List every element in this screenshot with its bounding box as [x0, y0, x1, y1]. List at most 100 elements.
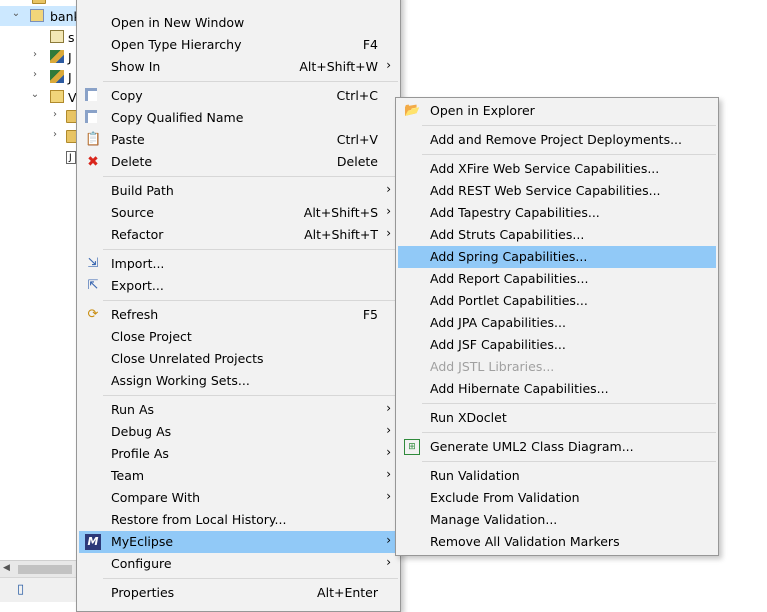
folder-icon	[66, 130, 76, 143]
tree-label: J	[68, 50, 72, 65]
menu-item-refactor[interactable]: Refactor Alt+Shift+T ›	[79, 224, 398, 246]
chevron-right-icon[interactable]: ›	[50, 129, 60, 140]
submenu-item-add-rest[interactable]: Add REST Web Service Capabilities...	[398, 180, 716, 202]
submenu-item-add-jpa[interactable]: Add JPA Capabilities...	[398, 312, 716, 334]
library-icon	[50, 50, 64, 63]
menu-item-label: Add REST Web Service Capabilities...	[430, 183, 661, 198]
submenu-item-add-struts[interactable]: Add Struts Capabilities...	[398, 224, 716, 246]
menu-item-debug-as[interactable]: Debug As ›	[79, 421, 398, 443]
tree-row[interactable]: › J	[0, 47, 76, 67]
submenu-item-add-report[interactable]: Add Report Capabilities...	[398, 268, 716, 290]
editor-area	[401, 0, 767, 97]
tree-row[interactable]: ›	[0, 107, 76, 127]
menu-item-label: Add Portlet Capabilities...	[430, 293, 588, 308]
menu-item-label: Add JSTL Libraries...	[430, 359, 555, 374]
import-icon: ⇲	[87, 256, 99, 271]
menu-item-build-path[interactable]: Build Path ›	[79, 180, 398, 202]
menu-item-shortcut: F4	[362, 37, 378, 52]
menu-item-label: Import...	[111, 256, 165, 271]
submenu-item-run-validation[interactable]: Run Validation	[398, 465, 716, 487]
export-icon: ⇱	[87, 278, 99, 293]
tree-row[interactable]: › J	[0, 67, 76, 87]
menu-separator	[422, 432, 716, 433]
menu-item-paste[interactable]: 📋 Paste Ctrl+V	[79, 129, 398, 151]
refresh-icon: ⟳	[87, 307, 99, 322]
menu-item-copy[interactable]: Copy Ctrl+C	[79, 85, 398, 107]
menu-item-export[interactable]: ⇱ Export...	[79, 275, 398, 297]
menu-item-team[interactable]: Team ›	[79, 465, 398, 487]
menu-item-open-new-window[interactable]: Open in New Window	[79, 12, 398, 34]
menu-item-close-unrelated-projects[interactable]: Close Unrelated Projects	[79, 348, 398, 370]
submenu-item-add-jstl: Add JSTL Libraries...	[398, 356, 716, 378]
context-menu: Open in New Window Open Type Hierarchy F…	[76, 0, 401, 612]
menu-item-import[interactable]: ⇲ Import...	[79, 253, 398, 275]
submenu-item-add-jsf[interactable]: Add JSF Capabilities...	[398, 334, 716, 356]
menu-item-open-type-hierarchy[interactable]: Open Type Hierarchy F4	[79, 34, 398, 56]
menu-item-copy-qualified-name[interactable]: Copy Qualified Name	[79, 107, 398, 129]
menu-item-label: Add JSF Capabilities...	[430, 337, 566, 352]
menu-item-compare-with[interactable]: Compare With ›	[79, 487, 398, 509]
menu-item-source[interactable]: Source Alt+Shift+S ›	[79, 202, 398, 224]
submenu-item-add-tapestry[interactable]: Add Tapestry Capabilities...	[398, 202, 716, 224]
menu-item-label: Compare With	[111, 490, 201, 505]
menu-item-label: Run XDoclet	[430, 410, 507, 425]
menu-item-configure[interactable]: Configure ›	[79, 553, 398, 575]
submenu-item-run-xdoclet[interactable]: Run XDoclet	[398, 407, 716, 429]
submenu-item-add-spring[interactable]: Add Spring Capabilities...	[398, 246, 716, 268]
menu-separator	[103, 176, 398, 177]
menu-item-profile-as[interactable]: Profile As ›	[79, 443, 398, 465]
chevron-right-icon[interactable]: ›	[30, 69, 40, 80]
menu-item-shortcut: Delete	[336, 154, 378, 169]
menu-item-myeclipse[interactable]: M MyEclipse ›	[79, 531, 398, 553]
chevron-down-icon[interactable]: ⌄	[30, 89, 40, 100]
menu-item-label: Run As	[111, 402, 155, 417]
chevron-down-icon[interactable]: ⌄	[11, 8, 21, 19]
menu-separator	[103, 300, 398, 301]
menu-item-shortcut: Alt+Shift+S	[303, 205, 378, 220]
submenu-item-manage-validation[interactable]: Manage Validation...	[398, 509, 716, 531]
scrollbar-thumb[interactable]	[18, 565, 72, 574]
new-view-icon[interactable]: ▯	[17, 582, 24, 597]
menu-item-label: Open in Explorer	[430, 103, 535, 118]
scroll-left-icon[interactable]: ◀	[3, 563, 10, 573]
uml-diagram-icon: ⊞	[404, 439, 420, 455]
myeclipse-submenu: 📂 Open in Explorer Add and Remove Projec…	[395, 97, 719, 556]
menu-item-label: Assign Working Sets...	[111, 373, 250, 388]
chevron-right-icon[interactable]: ›	[30, 49, 40, 60]
menu-item-label: Delete	[111, 154, 153, 169]
menu-item-shortcut: Alt+Shift+W	[299, 59, 378, 74]
chevron-right-icon: ›	[386, 533, 391, 547]
menu-item-shortcut: Alt+Enter	[317, 585, 378, 600]
tree-row[interactable]: ⌄ V	[0, 87, 76, 107]
tree-row[interactable]: J	[0, 148, 76, 168]
submenu-item-add-portlet[interactable]: Add Portlet Capabilities...	[398, 290, 716, 312]
menu-item-run-as[interactable]: Run As ›	[79, 399, 398, 421]
submenu-item-remove-validation-markers[interactable]: Remove All Validation Markers	[398, 531, 716, 553]
tree-label: s	[68, 30, 75, 45]
submenu-item-exclude-validation[interactable]: Exclude From Validation	[398, 487, 716, 509]
chevron-right-icon: ›	[386, 182, 391, 196]
menu-item-label: Add Hibernate Capabilities...	[430, 381, 609, 396]
project-explorer-tree: ⌄ bank s › J › J ⌄ V › › J	[0, 0, 76, 560]
menu-item-label: Add JPA Capabilities...	[430, 315, 566, 330]
menu-item-show-in[interactable]: Show In Alt+Shift+W ›	[79, 56, 398, 78]
submenu-item-add-hibernate[interactable]: Add Hibernate Capabilities...	[398, 378, 716, 400]
submenu-item-project-deployments[interactable]: Add and Remove Project Deployments...	[398, 129, 716, 151]
tree-row-project[interactable]: ⌄ bank	[0, 6, 76, 26]
tree-row[interactable]: s	[0, 27, 76, 47]
library-icon	[50, 70, 64, 83]
horizontal-scrollbar[interactable]: ◀	[0, 560, 76, 578]
chevron-right-icon[interactable]: ›	[50, 109, 60, 120]
tree-row[interactable]: ›	[0, 127, 76, 147]
submenu-item-generate-uml2[interactable]: ⊞ Generate UML2 Class Diagram...	[398, 436, 716, 458]
menu-separator	[422, 125, 716, 126]
menu-item-assign-working-sets[interactable]: Assign Working Sets...	[79, 370, 398, 392]
menu-item-refresh[interactable]: ⟳ Refresh F5	[79, 304, 398, 326]
submenu-item-add-xfire[interactable]: Add XFire Web Service Capabilities...	[398, 158, 716, 180]
menu-item-delete[interactable]: ✖ Delete Delete	[79, 151, 398, 173]
menu-item-close-project[interactable]: Close Project	[79, 326, 398, 348]
menu-item-label: Export...	[111, 278, 164, 293]
submenu-item-open-in-explorer[interactable]: 📂 Open in Explorer	[398, 100, 716, 122]
menu-item-restore-local-history[interactable]: Restore from Local History...	[79, 509, 398, 531]
chevron-right-icon: ›	[386, 58, 391, 72]
